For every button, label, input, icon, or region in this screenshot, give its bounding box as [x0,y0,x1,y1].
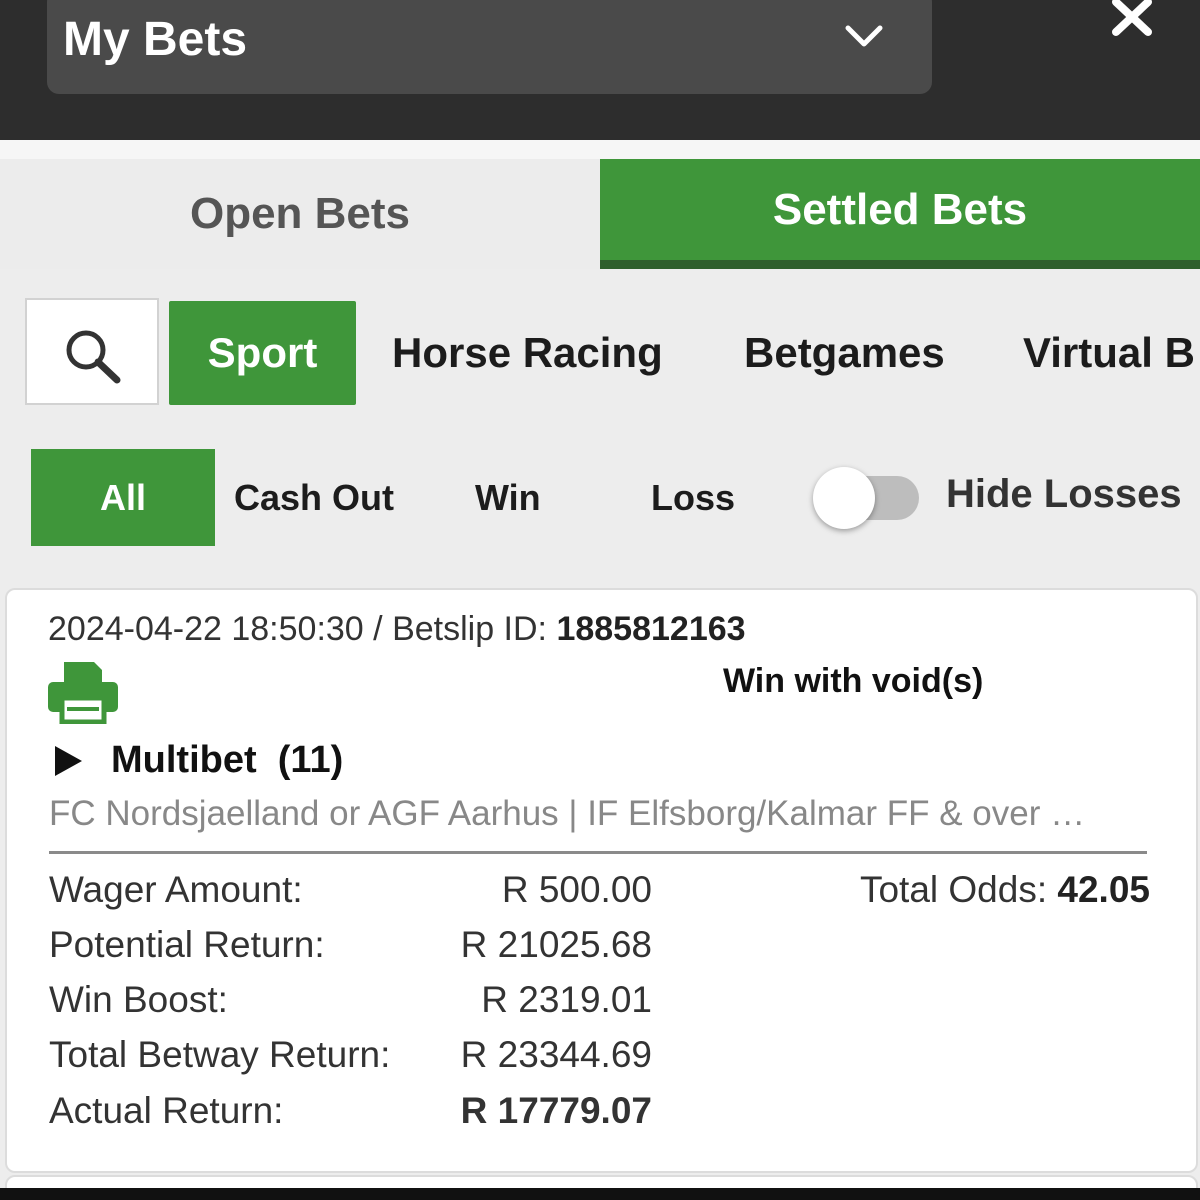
total-betway-return-label: Total Betway Return: [49,1034,391,1075]
tab-open-bets[interactable]: Open Bets [0,159,600,269]
category-sport[interactable]: Sport [169,301,356,405]
filter-loss[interactable]: Loss [651,449,735,546]
bet-type-label: Multibet [111,739,257,781]
bet-type[interactable]: Multibet (11) [111,739,343,782]
header-gap [0,140,1200,160]
bets-tabs: Open Bets Settled Bets [0,159,1200,269]
potential-return-value: R 21025.68 [460,924,652,965]
printer-icon[interactable] [48,660,118,724]
close-icon[interactable] [1110,0,1154,38]
betslip-label: Betslip ID: [392,610,557,648]
betslip-id: 1885812163 [556,610,746,648]
expand-arrow-icon[interactable] [53,745,83,777]
filter-all[interactable]: All [31,449,215,546]
hide-losses-label: Hide Losses [946,472,1182,516]
bet-status: Win with void(s) [723,662,984,700]
divider [49,851,1147,854]
category-virtual[interactable]: Virtual B [1023,301,1195,405]
bet-meta: 2024-04-22 18:50:30 / Betslip ID: 188581… [48,610,746,649]
total-betway-return-value: R 23344.69 [460,1034,652,1075]
total-odds: Total Odds: 42.05 [860,869,1150,911]
bet-datetime: 2024-04-22 18:50:30 [48,610,364,648]
top-bar: My Bets [0,0,1200,140]
hide-losses-toggle-knob[interactable] [813,467,875,529]
search-button[interactable] [25,298,159,405]
bet-legs-count: (11) [277,739,344,781]
tab-settled-bets[interactable]: Settled Bets [600,159,1200,269]
filter-win[interactable]: Win [475,449,541,546]
win-boost-label: Win Boost: [49,979,228,1020]
wager-amount-value: R 500.00 [501,869,652,910]
actual-return-value: R 17779.07 [460,1090,652,1131]
wager-amount-label: Wager Amount: [49,869,303,910]
actual-return-label: Actual Return: [49,1090,284,1131]
total-odds-label: Total Odds: [859,869,1058,910]
win-boost-value: R 2319.01 [481,979,652,1020]
bets-view-selector[interactable]: My Bets [47,0,932,94]
bet-selections: FC Nordsjaelland or AGF Aarhus | IF Elfs… [49,794,1086,833]
bottom-edge [0,1188,1200,1200]
category-betgames[interactable]: Betgames [744,301,945,405]
search-icon [66,330,121,384]
meta-separator: / [363,610,393,648]
potential-return-label: Potential Return: [49,924,325,965]
chevron-down-icon [845,25,883,47]
filter-cash-out[interactable]: Cash Out [234,449,394,546]
category-horse-racing[interactable]: Horse Racing [392,301,663,405]
total-odds-value: 42.05 [1057,869,1150,910]
page-title: My Bets [63,13,248,66]
